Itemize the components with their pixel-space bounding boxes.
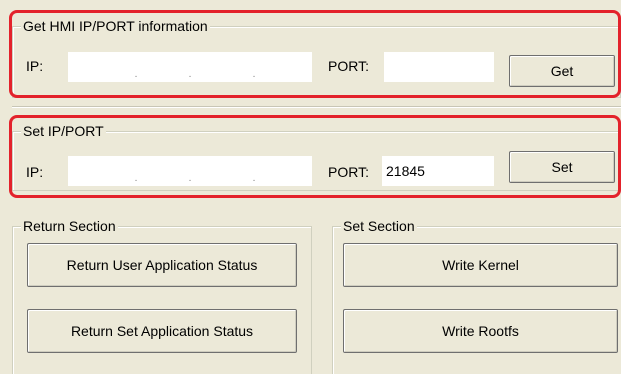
set-port-input[interactable] — [382, 156, 494, 186]
get-ip-dot-2: . — [188, 69, 192, 80]
set-ip-dot-3: . — [252, 173, 256, 184]
set-ip-dot-2: . — [188, 173, 192, 184]
set-port-label: PORT: — [328, 164, 369, 180]
section-divider — [12, 106, 621, 108]
get-port-label: PORT: — [328, 58, 369, 74]
set-ipport-group-title: Set IP/PORT — [21, 123, 106, 139]
set-ip-dot-1: . — [134, 173, 138, 184]
get-port-input[interactable] — [384, 52, 494, 82]
get-ip-dot-3: . — [252, 69, 256, 80]
write-kernel-button[interactable]: Write Kernel — [343, 243, 618, 287]
get-ip-field[interactable]: . . . — [68, 52, 312, 82]
return-set-app-status-button[interactable]: Return Set Application Status — [27, 309, 297, 353]
get-info-group-title: Get HMI IP/PORT information — [21, 18, 210, 34]
get-button[interactable]: Get — [509, 55, 615, 87]
set-ip-field[interactable]: . . . — [68, 156, 312, 186]
get-ip-label: IP: — [26, 58, 44, 74]
get-ip-dot-1: . — [134, 69, 138, 80]
return-section-title: Return Section — [21, 218, 118, 234]
set-ip-label: IP: — [26, 164, 44, 180]
set-section-title: Set Section — [341, 218, 417, 234]
write-rootfs-button[interactable]: Write Rootfs — [343, 309, 618, 353]
return-user-app-status-button[interactable]: Return User Application Status — [27, 243, 297, 287]
set-button[interactable]: Set — [509, 151, 615, 183]
